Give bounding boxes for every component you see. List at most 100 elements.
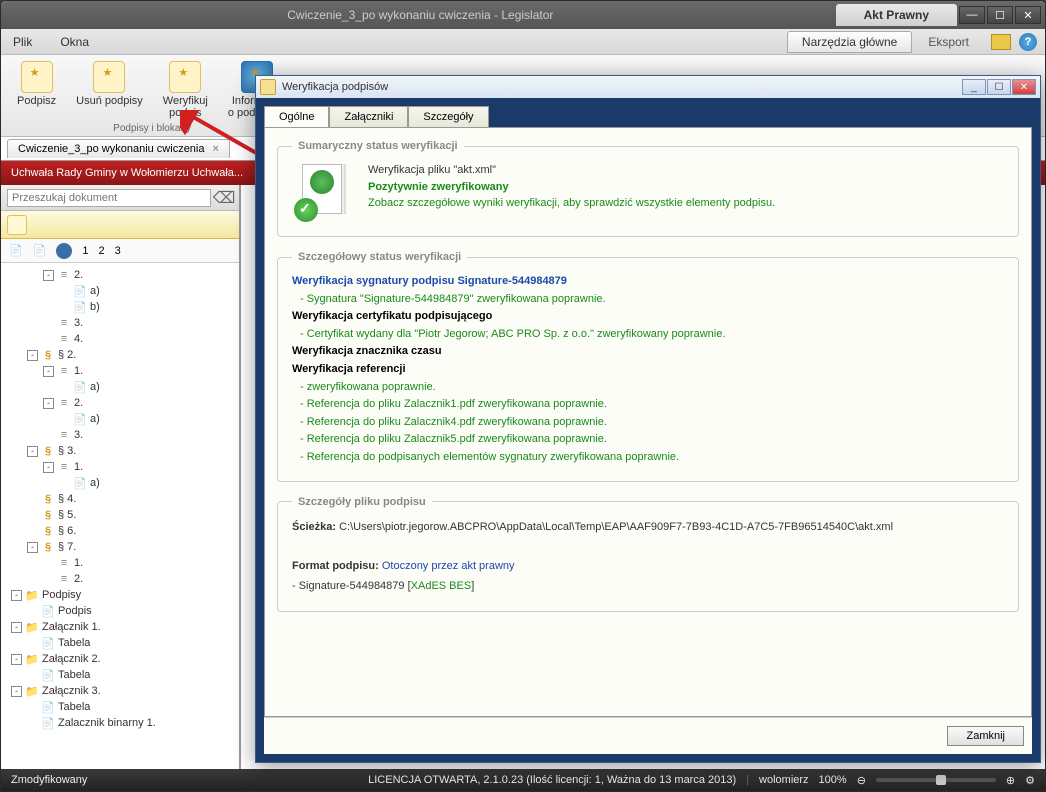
tree-node[interactable]: 📄a) [3,283,237,299]
tree-node[interactable]: -≡2. [3,395,237,411]
maximize-button[interactable]: ☐ [987,6,1013,24]
ribbon-remove-signatures-button[interactable]: Usuń podpisy [70,59,149,121]
dialog-minimize-button[interactable]: _ [962,79,986,95]
tree-label: Podpis [58,605,92,617]
folder-icon[interactable] [991,34,1011,50]
dialog-tab-general[interactable]: Ogólne [264,106,329,128]
file-signature-row: - Signature-544984879 [XAdES BES] [292,577,1004,597]
nav-icon-2[interactable]: 📄 [33,244,47,257]
menu-windows[interactable]: Okna [60,35,89,49]
tree-toggle-icon[interactable]: - [27,542,38,553]
tree-node[interactable]: 📄a) [3,475,237,491]
tree-label: b) [90,301,100,313]
search-input[interactable] [7,189,211,207]
tree-node[interactable]: -≡2. [3,267,237,283]
minimize-button[interactable]: — [959,6,985,24]
tree-toggle-icon[interactable]: - [43,462,54,473]
nav-page-2[interactable]: 2 [99,245,105,257]
cert-verify-header: Weryfikacja certyfikatu podpisującego [292,308,1004,326]
dialog-close-action-button[interactable]: Zamknij [947,726,1024,746]
search-clear-icon[interactable]: ⌫ [215,189,233,207]
tree-node[interactable]: §§ 4. [3,491,237,507]
tree-node[interactable]: -📁Załącznik 2. [3,651,237,667]
tree-node[interactable]: 📄Podpis [3,603,237,619]
tree-toggle-icon[interactable]: - [27,350,38,361]
para-icon: § [41,540,55,554]
tree-node[interactable]: -≡1. [3,459,237,475]
tree-node[interactable]: §§ 5. [3,507,237,523]
num-icon: ≡ [57,428,71,442]
tree-label: Załącznik 1. [42,621,101,633]
sig-line-prefix: - Signature-544984879 [ [292,580,411,592]
tree-node[interactable]: -📁Załącznik 3. [3,683,237,699]
tree-node[interactable]: 📄Tabela [3,667,237,683]
tree-node[interactable]: 📄Tabela [3,699,237,715]
summary-hint-line: Zobacz szczegółowe wyniki weryfikacji, a… [368,195,775,212]
tree-label: 3. [74,429,83,441]
zoom-slider[interactable] [876,778,996,782]
tree-label: § 5. [58,509,76,521]
tree-node[interactable]: -§§ 7. [3,539,237,555]
tree-node[interactable]: -≡1. [3,363,237,379]
summary-file-line: Weryfikacja pliku "akt.xml" [368,162,775,179]
tree-toggle-icon[interactable]: - [43,398,54,409]
tree-node[interactable]: ≡4. [3,331,237,347]
document-tab[interactable]: Cwiczenie_3_po wykonaniu cwiczenia × [7,139,230,158]
tree-node[interactable]: -📁Załącznik 1. [3,619,237,635]
document-tab-close-icon[interactable]: × [213,143,219,155]
tree-label: § 3. [58,445,76,457]
nav-page-1[interactable]: 1 [82,245,88,257]
tree-label: a) [90,285,100,297]
dialog-tab-details[interactable]: Szczegóły [408,106,488,127]
file-icon: 📄 [41,604,55,618]
verify-signatures-dialog: Weryfikacja podpisów _ ☐ ✕ Ogólne Załącz… [255,75,1041,763]
tree-node[interactable]: 📄b) [3,299,237,315]
ribbon-tab-main[interactable]: Narzędzia główne [787,31,912,53]
menu-file[interactable]: Plik [13,35,32,49]
tree-toggle-icon[interactable]: - [11,686,22,697]
nav-page-3[interactable]: 3 [115,245,121,257]
help-icon[interactable]: ? [1019,33,1037,51]
ribbon-sign-button[interactable]: Podpisz [11,59,62,121]
dialog-footer: Zamknij [264,717,1032,754]
detailed-status-group: Szczegółowy status weryfikacji Weryfikac… [277,251,1019,482]
ribbon-verify-signature-button[interactable]: Weryfikuj podpis [157,59,214,121]
tree-node[interactable]: 📄a) [3,411,237,427]
tree-node[interactable]: ≡3. [3,315,237,331]
dialog-tab-attachments[interactable]: Załączniki [329,106,408,127]
zoom-in-icon[interactable]: ⊕ [1006,774,1015,787]
tree-node[interactable]: 📄Zalacznik binarny 1. [3,715,237,731]
nav-refresh-icon[interactable] [56,243,72,259]
dialog-close-button[interactable]: ✕ [1012,79,1036,95]
tree-label: Załącznik 3. [42,685,101,697]
toolbar-button-1[interactable] [7,215,27,235]
titlebar-context-tab[interactable]: Akt Prawny [836,4,957,26]
status-zoom: 100% [819,774,847,786]
tree-toggle-icon[interactable]: - [43,270,54,281]
tree-label: Tabela [58,637,90,649]
tree-node[interactable]: -§§ 3. [3,443,237,459]
zoom-out-icon[interactable]: ⊖ [857,774,866,787]
close-button[interactable]: ✕ [1015,6,1041,24]
nav-icon-1[interactable]: 📄 [9,244,23,257]
tree-toggle-icon[interactable]: - [11,622,22,633]
ribbon-tab-export[interactable]: Eksport [914,32,983,52]
tree-toggle-icon[interactable]: - [11,654,22,665]
tree-node[interactable]: §§ 6. [3,523,237,539]
tree-node[interactable]: ≡3. [3,427,237,443]
settings-icon[interactable]: ⚙ [1025,774,1035,787]
ref-ok-2: - Referencja do pliku Zalacznik1.pdf zwe… [292,396,1004,414]
tree-node[interactable]: 📄a) [3,379,237,395]
tree-node[interactable]: -§§ 2. [3,347,237,363]
tree-node[interactable]: -📁Podpisy [3,587,237,603]
tree-node[interactable]: ≡1. [3,555,237,571]
tree-toggle-icon[interactable]: - [27,446,38,457]
dialog-maximize-button[interactable]: ☐ [987,79,1011,95]
tree-node[interactable]: 📄Tabela [3,635,237,651]
summary-result-line: Pozytywnie zweryfikowany [368,179,775,196]
tree-toggle-icon[interactable]: - [11,590,22,601]
tree-node[interactable]: ≡2. [3,571,237,587]
outline-tree[interactable]: -≡2.📄a)📄b)≡3.≡4.-§§ 2.-≡1.📄a)-≡2.📄a)≡3.-… [1,263,239,771]
tree-toggle-icon[interactable]: - [43,366,54,377]
file-details-legend: Szczegóły pliku podpisu [292,496,432,508]
